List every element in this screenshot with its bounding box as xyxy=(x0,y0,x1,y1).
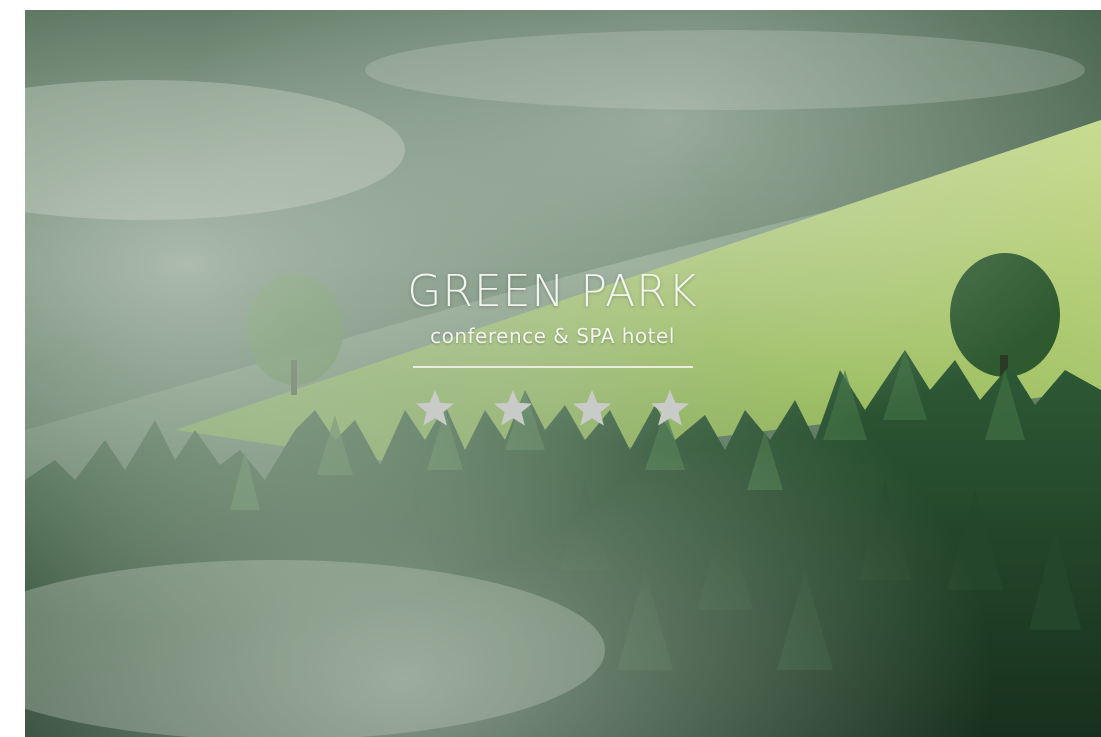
hotel-tagline: conference & SPA hotel xyxy=(430,324,675,348)
star-icon xyxy=(414,388,456,428)
page: GREEN PARK conference & SPA hotel xyxy=(0,0,1101,737)
star-icon xyxy=(571,388,613,428)
hotel-name: GREEN PARK xyxy=(407,266,698,317)
star-icon xyxy=(492,388,534,428)
divider-line xyxy=(412,366,693,368)
hotel-logo: GREEN PARK conference & SPA hotel xyxy=(380,270,725,428)
star-rating xyxy=(408,388,698,428)
star-icon xyxy=(649,388,691,428)
